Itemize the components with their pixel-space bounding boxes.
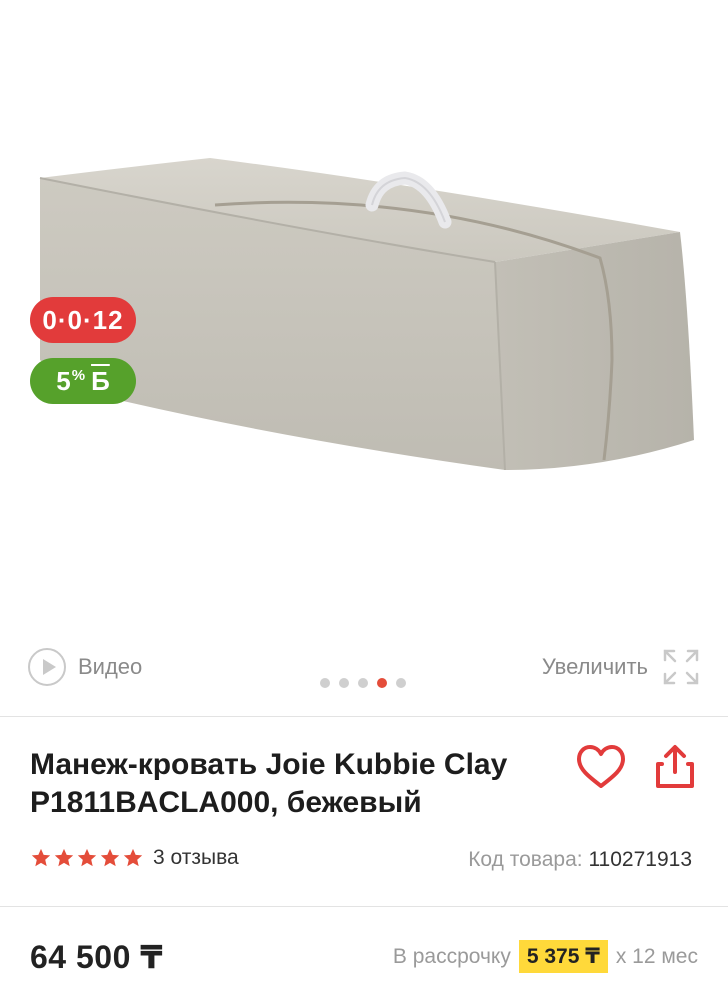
star-icon — [31, 848, 51, 867]
star-icon — [100, 848, 120, 867]
sku: Код товара: 110271913 — [468, 848, 692, 872]
share-icon[interactable] — [652, 742, 698, 792]
gallery-dot[interactable] — [320, 678, 330, 688]
installment-badge-label: 0·0·12 — [42, 304, 124, 335]
zoom-label[interactable]: Увеличить — [542, 654, 648, 680]
installment-prefix: В рассрочку — [392, 944, 511, 968]
gallery-pagination[interactable] — [320, 678, 415, 688]
favorite-button[interactable] — [574, 742, 628, 792]
bonus-currency: Б — [91, 365, 110, 396]
star-icon — [77, 848, 97, 867]
installment-amount[interactable]: 5 375 ₸ — [518, 940, 608, 973]
installment-info[interactable]: В рассрочку 5 375 ₸ x 12 мес — [393, 940, 698, 973]
star-icon — [54, 848, 74, 867]
installment-suffix: x 12 мес — [615, 944, 698, 968]
video-button[interactable]: Видео — [28, 648, 142, 686]
gallery-dot[interactable] — [358, 678, 368, 688]
product-gallery[interactable]: 0·0·12 5% Б Видео Увеличить — [0, 0, 728, 715]
price: 64 500 ₸ — [30, 939, 164, 975]
sku-label: Код товара: — [468, 848, 583, 871]
rating-stars — [30, 847, 145, 869]
star-icon — [123, 848, 143, 867]
bonus-percent-sign: % — [71, 366, 86, 384]
gallery-dot[interactable] — [339, 678, 349, 688]
rating[interactable]: 3 отзыва — [30, 846, 239, 870]
expand-icon[interactable] — [662, 648, 700, 686]
bonus-percent: 5 — [56, 365, 71, 396]
sku-value: 110271913 — [588, 848, 692, 871]
heart-icon[interactable] — [574, 742, 628, 792]
play-icon[interactable] — [28, 648, 66, 686]
gallery-dot[interactable] — [396, 678, 406, 688]
divider — [0, 906, 728, 907]
bonus-badge: 5% Б — [30, 358, 136, 404]
reviews-link[interactable]: 3 отзыва — [153, 846, 239, 870]
gallery-dot-active[interactable] — [377, 678, 387, 688]
share-button[interactable] — [652, 742, 698, 792]
video-label[interactable]: Видео — [78, 654, 142, 680]
installment-badge: 0·0·12 — [30, 297, 136, 343]
product-title: Манеж-кровать Joie Kubbie Clay P1811BACL… — [30, 748, 508, 819]
zoom-button[interactable]: Увеличить — [542, 648, 700, 686]
divider — [0, 716, 728, 717]
